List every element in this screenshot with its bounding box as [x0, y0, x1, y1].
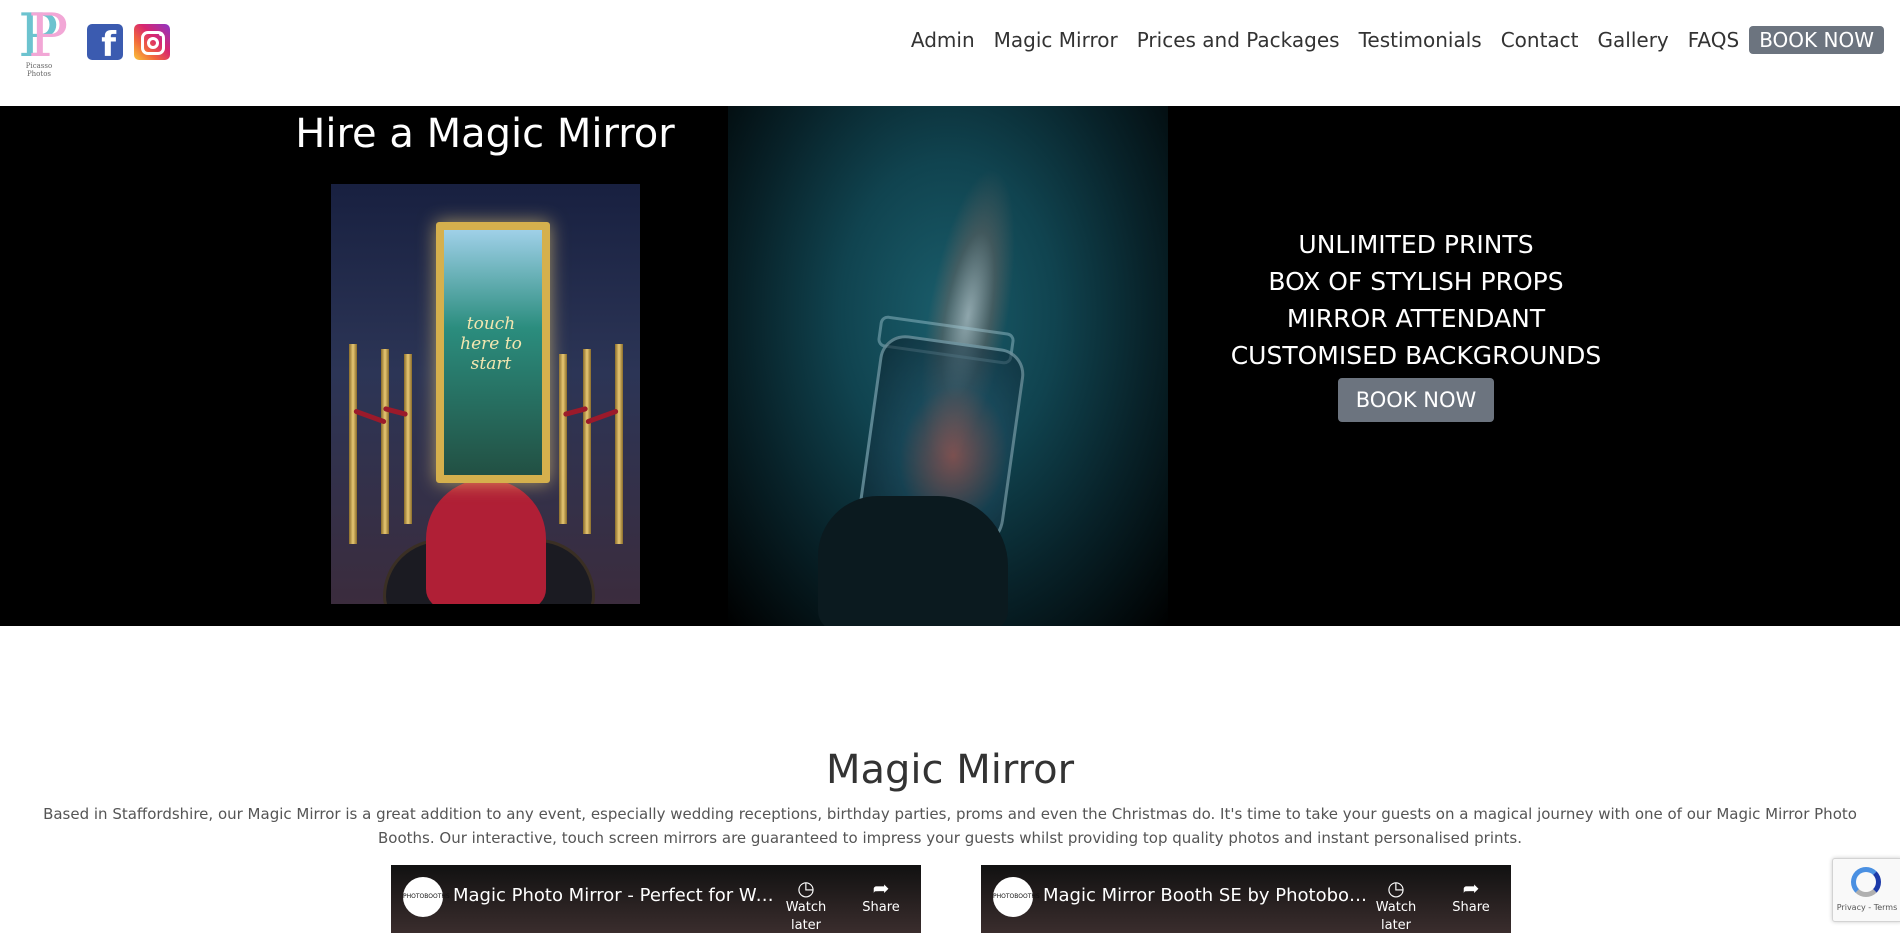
feature-item: UNLIMITED PRINTS	[1298, 230, 1534, 259]
nav-admin[interactable]: Admin	[911, 28, 975, 52]
recaptcha-badge[interactable]: Privacy - Terms	[1832, 858, 1900, 922]
hero-book-now-button[interactable]: BOOK NOW	[1337, 378, 1495, 422]
video-title[interactable]: Magic Mirror Booth SE by Photoboot...	[1043, 885, 1373, 906]
facebook-icon[interactable]: f	[87, 24, 123, 65]
nav-faqs[interactable]: FAQS	[1688, 28, 1739, 52]
hero-banner: Hire a Magic Mirror touch here to start …	[0, 106, 1900, 626]
video-title[interactable]: Magic Photo Mirror - Perfect for Wed...	[453, 885, 783, 906]
watch-later-button[interactable]: ◷ Watch later	[771, 877, 841, 933]
site-header: P P Picasso Photos f Admin Magic Mirror …	[0, 0, 1900, 106]
mirror-screen-text: touch here to start	[460, 314, 522, 374]
watch-later-label: Watch later	[1375, 900, 1417, 933]
magic-mirror-image: touch here to start	[331, 184, 640, 604]
clock-icon: ◷	[1387, 876, 1405, 900]
feature-item: MIRROR ATTENDANT	[1286, 304, 1546, 333]
hero-title: Hire a Magic Mirror	[295, 111, 675, 157]
main-nav: Admin Magic Mirror Prices and Packages T…	[892, 26, 1884, 54]
site-logo[interactable]: P P Picasso Photos	[14, 6, 69, 78]
nav-magic-mirror[interactable]: Magic Mirror	[994, 28, 1118, 52]
video-embed[interactable]: PHOTOBOOTHS Magic Mirror Booth SE by Pho…	[981, 865, 1511, 933]
logo-caption: Picasso Photos	[25, 62, 53, 78]
intro-paragraph: Based in Staffordshire, our Magic Mirror…	[43, 805, 1857, 847]
share-icon: ➦	[1462, 876, 1480, 900]
channel-avatar[interactable]: PHOTOBOOTHS	[403, 877, 450, 917]
share-icon: ➦	[872, 876, 890, 900]
nav-gallery[interactable]: Gallery	[1598, 28, 1669, 52]
nav-contact[interactable]: Contact	[1501, 28, 1579, 52]
section-title: Magic Mirror	[825, 747, 1075, 793]
clock-icon: ◷	[797, 876, 815, 900]
share-label: Share	[862, 900, 900, 915]
share-button[interactable]: ➦ Share	[1436, 877, 1506, 917]
instagram-icon[interactable]	[134, 24, 170, 60]
facebook-glyph: f	[101, 25, 116, 65]
feature-item: BOX OF STYLISH PROPS	[1268, 267, 1564, 296]
nav-testimonials[interactable]: Testimonials	[1359, 28, 1482, 52]
channel-avatar[interactable]: PHOTOBOOTHS	[993, 877, 1040, 917]
share-label: Share	[1452, 900, 1490, 915]
nav-book-now-button[interactable]: BOOK NOW	[1749, 26, 1884, 54]
starry-jar-image	[728, 106, 1168, 626]
recaptcha-icon	[1851, 867, 1881, 897]
feature-item: CUSTOMISED BACKGROUNDS	[1230, 341, 1602, 370]
nav-prices-and-packages[interactable]: Prices and Packages	[1137, 28, 1340, 52]
logo-letter-pink: P	[28, 1, 69, 71]
watch-later-button[interactable]: ◷ Watch later	[1361, 877, 1431, 933]
recaptcha-text[interactable]: Privacy - Terms	[1833, 903, 1900, 912]
share-button[interactable]: ➦ Share	[846, 877, 916, 917]
watch-later-label: Watch later	[785, 900, 827, 933]
hero-features: UNLIMITED PRINTS BOX OF STYLISH PROPS MI…	[1210, 226, 1622, 422]
video-embed[interactable]: PHOTOBOOTHS Magic Photo Mirror - Perfect…	[391, 865, 921, 933]
